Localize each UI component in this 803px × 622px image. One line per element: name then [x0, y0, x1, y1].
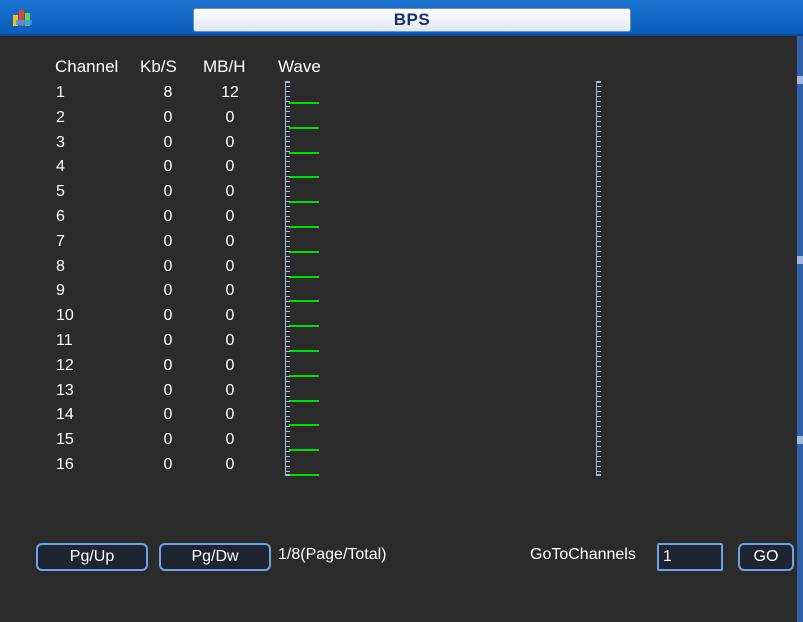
channel-kbs: 0 [163, 183, 173, 201]
table-row: 1 8 12 [0, 84, 600, 109]
bps-panel: Channel Kb/S MB/H Wave 1 8 12 2 0 0 3 0 0 4 0 0 5 0 0 6… [0, 36, 797, 622]
wave-line [289, 126, 319, 129]
table-row: 13 0 0 [0, 382, 600, 407]
table-row: 3 0 0 [0, 134, 600, 159]
channel-mbh: 0 [225, 208, 235, 225]
table-row: 12 0 0 [0, 357, 600, 382]
app-logo-icon [13, 10, 32, 26]
channel-number: 1 [56, 84, 65, 101]
channel-kbs: 0 [163, 381, 173, 399]
goto-channel-input[interactable] [657, 543, 723, 571]
channel-number: 15 [56, 431, 74, 449]
channel-mbh: 0 [225, 431, 235, 449]
table-row: 7 0 0 [0, 233, 600, 258]
title-bar: BPS [0, 0, 803, 36]
table-row: 10 0 0 [0, 307, 600, 332]
channel-kbs: 0 [163, 108, 173, 126]
table-row: 5 0 0 [0, 183, 600, 208]
channel-number: 16 [56, 456, 74, 473]
channel-number: 13 [56, 381, 74, 399]
wave-axis-left [285, 81, 290, 476]
table-row: 8 0 0 [0, 258, 600, 283]
wave-line [289, 201, 319, 204]
channel-mbh: 0 [225, 381, 235, 399]
page-indicator: 1/8(Page/Total) [278, 546, 387, 563]
channel-mbh: 0 [225, 257, 235, 275]
channel-kbs: 0 [163, 456, 173, 473]
wave-line [289, 449, 319, 452]
channel-mbh: 0 [225, 183, 235, 201]
table-row: 16 0 0 [0, 456, 600, 481]
channel-kbs: 8 [163, 84, 173, 101]
window-title: BPS [193, 8, 631, 32]
header-wave: Wave [278, 57, 321, 76]
channel-number: 3 [56, 133, 65, 151]
wave-line [289, 325, 319, 328]
wave-line [289, 399, 319, 402]
channel-mbh: 0 [225, 232, 235, 250]
channel-kbs: 0 [163, 232, 173, 250]
channel-mbh: 0 [225, 133, 235, 151]
right-edge [797, 36, 803, 622]
table-row: 15 0 0 [0, 431, 600, 456]
channel-mbh: 0 [225, 456, 235, 473]
table-row: 9 0 0 [0, 282, 600, 307]
channel-mbh: 0 [225, 108, 235, 126]
channel-mbh: 0 [225, 158, 235, 176]
wave-line [289, 300, 319, 303]
channel-number: 2 [56, 108, 65, 126]
wave-line [289, 374, 319, 377]
channel-kbs: 0 [163, 406, 173, 424]
channel-number: 14 [56, 406, 74, 424]
wave-line [289, 250, 319, 253]
wave-line [289, 474, 319, 476]
channel-number: 4 [56, 158, 65, 176]
wave-axis-right [596, 81, 601, 476]
wave-line [289, 102, 319, 104]
header-channel: Channel [55, 57, 119, 76]
channel-mbh: 0 [225, 406, 235, 424]
channel-number: 5 [56, 183, 65, 201]
channel-kbs: 0 [163, 282, 173, 300]
go-button[interactable]: GO [738, 543, 794, 571]
header-kbs: Kb/S [140, 57, 177, 76]
channel-number: 8 [56, 257, 65, 275]
channel-mbh: 0 [225, 282, 235, 300]
table-row: 14 0 0 [0, 406, 600, 431]
table-row: 6 0 0 [0, 208, 600, 233]
table-row: 4 0 0 [0, 158, 600, 183]
wave-line [289, 151, 319, 154]
channel-mbh: 0 [225, 307, 235, 325]
wave-line [289, 275, 319, 278]
wave-line [289, 226, 319, 228]
bps-window: BPS Channel Kb/S MB/H Wave 1 8 12 2 0 0 3 0 0 4 0 0… [0, 0, 803, 622]
channel-number: 7 [56, 232, 65, 250]
channel-kbs: 0 [163, 158, 173, 176]
channel-mbh: 0 [225, 356, 235, 374]
channel-number: 10 [56, 307, 74, 325]
channel-number: 9 [56, 282, 65, 300]
table-row: 11 0 0 [0, 332, 600, 357]
channel-number: 11 [56, 332, 73, 349]
channel-kbs: 0 [163, 431, 173, 449]
channel-kbs: 0 [163, 307, 173, 325]
channel-kbs: 0 [163, 356, 173, 374]
channel-mbh: 0 [225, 332, 235, 349]
table-row: 2 0 0 [0, 109, 600, 134]
header-mbh: MB/H [203, 57, 246, 76]
channel-number: 12 [56, 356, 74, 374]
wave-line [289, 350, 319, 352]
page-down-button[interactable]: Pg/Dw [159, 543, 271, 571]
channel-mbh: 12 [221, 84, 239, 101]
page-up-button[interactable]: Pg/Up [36, 543, 148, 571]
goto-channels-label: GoToChannels [530, 546, 636, 563]
channel-number: 6 [56, 208, 65, 225]
wave-line [289, 424, 319, 427]
wave-line [289, 176, 319, 179]
channel-kbs: 0 [163, 208, 173, 225]
channel-kbs: 0 [163, 133, 173, 151]
channel-kbs: 0 [163, 257, 173, 275]
channel-kbs: 0 [163, 332, 173, 349]
